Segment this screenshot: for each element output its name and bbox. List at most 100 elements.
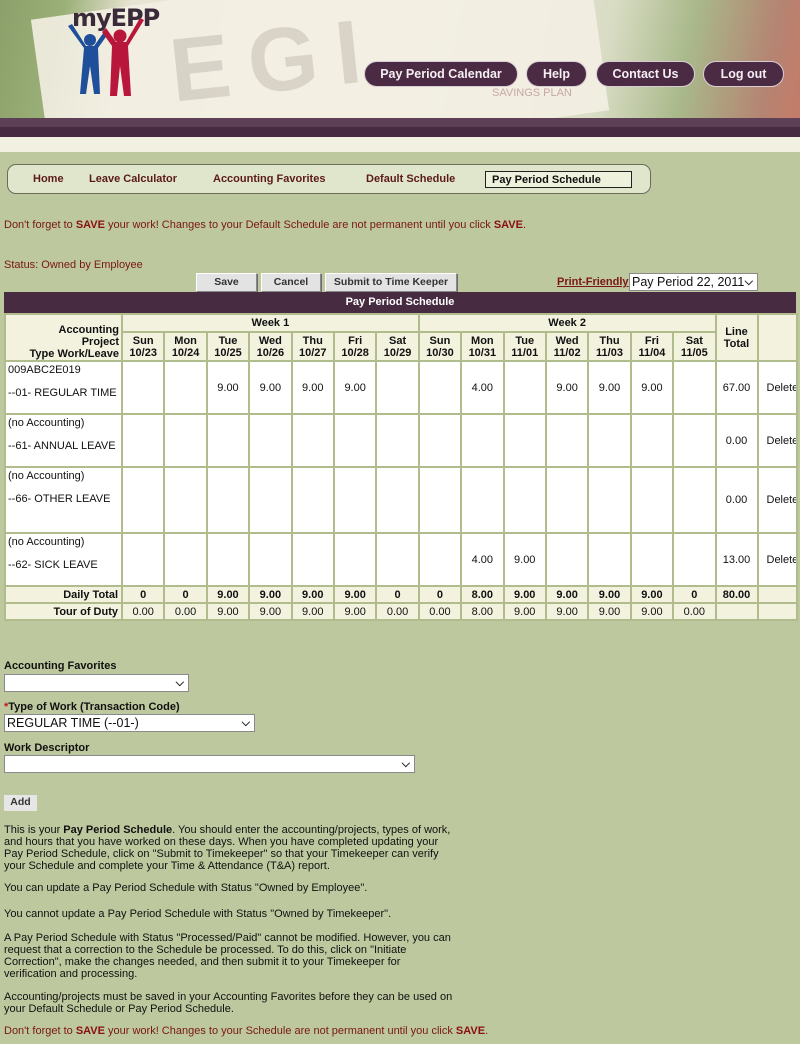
hours-input[interactable] — [629, 532, 675, 587]
hours-input[interactable] — [163, 360, 208, 415]
subnav-accounting-favorites[interactable]: Accounting Favorites — [213, 173, 325, 185]
delete-row-link[interactable]: Delete — [756, 360, 798, 415]
hours-input[interactable] — [417, 413, 463, 468]
hours-input[interactable] — [120, 532, 166, 587]
hours-input[interactable] — [672, 466, 717, 534]
hours-input[interactable] — [120, 466, 166, 534]
hours-input[interactable] — [417, 360, 463, 415]
hours-input[interactable] — [205, 466, 251, 534]
hours-input[interactable] — [332, 413, 378, 468]
hours-input[interactable]: 9.00 — [544, 360, 590, 415]
hours-input[interactable] — [248, 532, 293, 587]
pay-period-select[interactable]: Pay Period 22, 2011 ⌵ — [629, 273, 758, 291]
work-descriptor-label: Work Descriptor — [4, 742, 90, 754]
hours-input[interactable]: 9.00 — [587, 360, 632, 415]
hours-input[interactable] — [544, 466, 590, 534]
hours-input[interactable] — [248, 413, 293, 468]
hours-input[interactable] — [375, 466, 420, 534]
work-type: --62- SICK LEAVE — [8, 559, 98, 571]
hours-input[interactable] — [205, 532, 251, 587]
hours-input[interactable] — [205, 413, 251, 468]
tour-of-duty-row-value: 0.00 — [120, 602, 166, 621]
hours-input[interactable] — [417, 466, 463, 534]
hours-input[interactable] — [629, 413, 675, 468]
hours-input[interactable] — [290, 532, 335, 587]
hours-input[interactable] — [248, 466, 293, 534]
action-header — [756, 313, 798, 362]
subnav-default-schedule[interactable]: Default Schedule — [366, 173, 455, 185]
hours-input[interactable] — [375, 360, 420, 415]
hours-input[interactable] — [290, 466, 335, 534]
accounting-favorites-select[interactable]: ⌵ — [4, 674, 189, 692]
hours-input[interactable] — [672, 360, 717, 415]
delete-row-link[interactable]: Delete — [756, 413, 798, 468]
chevron-down-icon: ⌵ — [744, 276, 753, 288]
hours-input[interactable] — [587, 413, 632, 468]
row-description: (no Accounting) --66- OTHER LEAVE — [4, 466, 123, 534]
hours-input[interactable] — [672, 532, 717, 587]
hours-input[interactable]: 9.00 — [290, 360, 335, 415]
schedule-row: 009ABC2E019 --01- REGULAR TIME 9.00 9.00 9.0… — [4, 360, 798, 415]
hours-input[interactable]: 9.00 — [205, 360, 251, 415]
header-band-bottom — [0, 127, 800, 137]
hours-input[interactable]: 4.00 — [460, 360, 505, 415]
submit-to-timekeeper-button[interactable]: Submit to Time Keeper — [325, 273, 457, 292]
hours-input[interactable]: 9.00 — [248, 360, 293, 415]
type-of-work-select[interactable]: REGULAR TIME (--01-) ⌵ — [4, 714, 255, 732]
schedule-table-title: Pay Period Schedule — [4, 292, 796, 313]
subnav-leave-calculator[interactable]: Leave Calculator — [89, 173, 177, 185]
hours-input[interactable] — [163, 466, 208, 534]
hours-input[interactable] — [502, 413, 547, 468]
add-button[interactable]: Add — [4, 795, 37, 811]
tour-of-duty-row-label: Tour of Duty — [4, 602, 123, 621]
hours-input[interactable] — [502, 360, 547, 415]
empty-cell — [756, 602, 798, 621]
subnav-pay-period-schedule[interactable]: Pay Period Schedule — [485, 171, 632, 188]
hours-input[interactable] — [332, 466, 378, 534]
hours-input[interactable] — [332, 532, 378, 587]
type-of-work-label: *Type of Work (Transaction Code) — [4, 701, 180, 713]
chevron-down-icon: ⌵ — [241, 717, 250, 729]
schedule-row: (no Accounting) --62- SICK LEAVE 4.00 9.00 1… — [4, 532, 798, 587]
hours-input[interactable] — [544, 532, 590, 587]
hours-input[interactable] — [290, 413, 335, 468]
row-header-label: Accounting Project Type Work/Leave — [4, 313, 123, 362]
hours-input[interactable] — [629, 466, 675, 534]
schedule-table: Accounting Project Type Work/Leave Week … — [4, 313, 798, 621]
hours-input[interactable]: 9.00 — [332, 360, 378, 415]
logout-button[interactable]: Log out — [703, 61, 784, 87]
hours-input[interactable] — [120, 360, 166, 415]
delete-row-link[interactable]: Delete — [756, 532, 798, 587]
hours-input[interactable] — [460, 413, 505, 468]
subnav-home[interactable]: Home — [33, 173, 64, 185]
hours-input[interactable] — [417, 532, 463, 587]
hours-input[interactable]: 9.00 — [502, 532, 547, 587]
contact-us-button[interactable]: Contact Us — [596, 61, 695, 87]
help-button[interactable]: Help — [526, 61, 587, 87]
pay-period-calendar-button[interactable]: Pay Period Calendar — [364, 61, 518, 87]
hours-input[interactable] — [375, 532, 420, 587]
hours-input[interactable] — [163, 413, 208, 468]
hours-input[interactable] — [120, 413, 166, 468]
hours-input[interactable]: 4.00 — [460, 532, 505, 587]
hours-input[interactable] — [163, 532, 208, 587]
delete-row-link[interactable]: Delete — [756, 466, 798, 534]
hours-input[interactable]: 9.00 — [629, 360, 675, 415]
hours-input[interactable] — [375, 413, 420, 468]
cancel-button[interactable]: Cancel — [261, 273, 321, 292]
save-button[interactable]: Save — [196, 273, 257, 292]
print-friendly-link[interactable]: Print-Friendly — [557, 276, 629, 288]
chevron-down-icon: ⌵ — [175, 677, 184, 689]
hours-input[interactable] — [544, 413, 590, 468]
hours-input[interactable] — [587, 466, 632, 534]
hours-input[interactable] — [460, 466, 505, 534]
hours-input[interactable] — [672, 413, 717, 468]
work-descriptor-select[interactable]: ⌵ — [4, 755, 415, 773]
hours-input[interactable] — [502, 466, 547, 534]
daily-total-row-value: 0 — [120, 585, 166, 604]
banner-watermark-letters: EGI — [165, 0, 384, 118]
day-header: Fri 10/28 — [332, 331, 378, 362]
day-header: Fri 11/04 — [629, 331, 675, 362]
hours-input[interactable] — [587, 532, 632, 587]
line-total-header: Line Total — [714, 313, 759, 362]
